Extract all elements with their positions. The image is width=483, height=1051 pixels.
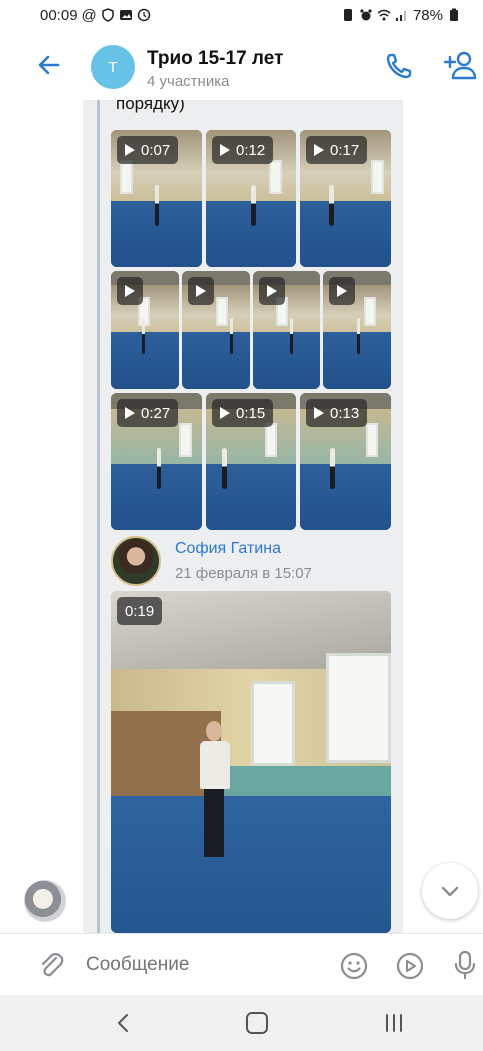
video-duration: 0:17: [330, 141, 360, 159]
play-icon: [314, 407, 324, 419]
play-icon: [125, 285, 135, 297]
video-duration-badge: 0:19: [117, 597, 163, 625]
video-thumbnail[interactable]: 0:12: [206, 130, 296, 267]
image-icon: [119, 10, 132, 20]
video-thumbnail[interactable]: [323, 271, 391, 389]
video-thumbnail[interactable]: [253, 271, 320, 389]
video-duration-badge: 0:15: [212, 399, 274, 427]
play-icon: [125, 144, 135, 156]
video-duration: 0:19: [125, 602, 155, 620]
author-name[interactable]: София Гатина: [175, 540, 281, 558]
video-thumbnail[interactable]: 0:17: [300, 130, 391, 267]
video-duration-badge: [259, 277, 285, 305]
sender-avatar[interactable]: [24, 880, 66, 922]
video-thumbnail[interactable]: 0:13: [300, 393, 391, 530]
battery-icon: [450, 8, 458, 21]
phone-icon[interactable]: [383, 50, 415, 82]
message-text: порядку): [116, 100, 185, 113]
message-list[interactable]: порядку) 0:07 0:12 0:17 0:27 0:15 0:13 С…: [0, 100, 483, 933]
status-bar: 00:09 @ 78%: [0, 0, 483, 30]
video-duration-badge: [329, 277, 355, 305]
wifi-icon: [377, 9, 391, 21]
video-duration-badge: [117, 277, 143, 305]
video-duration-badge: 0:17: [306, 136, 368, 164]
video-duration-badge: 0:12: [212, 136, 274, 164]
play-circle-icon[interactable]: [395, 951, 425, 981]
arrow-left-icon[interactable]: [34, 50, 64, 80]
play-icon: [220, 407, 230, 419]
status-left: 00:09 @: [40, 7, 151, 24]
video-duration-badge: 0:07: [117, 136, 179, 164]
video-duration: 0:12: [236, 141, 266, 159]
play-icon: [267, 285, 277, 297]
video-duration: 0:15: [236, 404, 266, 422]
play-icon: [337, 285, 347, 297]
play-icon: [314, 144, 324, 156]
status-time: 00:09: [40, 6, 78, 24]
avatar-letter: Т: [108, 58, 118, 76]
video-thumbnail-large[interactable]: 0:19: [111, 591, 391, 933]
signal-icon: [395, 11, 406, 21]
video-duration-badge: 0:27: [117, 399, 179, 427]
scroll-down-button[interactable]: [422, 863, 478, 919]
nav-back-icon[interactable]: [113, 1011, 133, 1035]
status-right: 78%: [341, 7, 461, 24]
add-user-icon[interactable]: [443, 50, 479, 82]
chat-subtitle[interactable]: 4 участника: [147, 73, 229, 90]
chat-title[interactable]: Трио 15-17 лет: [147, 48, 283, 70]
video-duration-badge: 0:13: [306, 399, 368, 427]
video-thumbnail[interactable]: 0:07: [111, 130, 202, 267]
alarm-icon: [360, 9, 372, 21]
shield-icon: [102, 8, 114, 22]
video-duration: 0:27: [141, 404, 171, 422]
video-thumbnail[interactable]: 0:15: [206, 393, 296, 530]
sim-icon: [343, 9, 352, 21]
video-duration-badge: [188, 277, 214, 305]
chat-header: Т Трио 15-17 лет 4 участника: [0, 30, 483, 100]
smile-icon[interactable]: [339, 951, 369, 981]
video-thumbnail[interactable]: 0:27: [111, 393, 202, 530]
system-nav-bar: [0, 995, 483, 1051]
video-duration: 0:13: [330, 404, 360, 422]
microphone-icon[interactable]: [451, 949, 479, 981]
paperclip-icon[interactable]: [36, 950, 66, 980]
play-icon: [196, 285, 206, 297]
battery-text: 78%: [412, 6, 443, 24]
nav-recent-icon[interactable]: [383, 1013, 405, 1033]
message-input[interactable]: [86, 946, 326, 984]
video-duration: 0:07: [141, 141, 171, 159]
nav-home-icon[interactable]: [246, 1012, 268, 1034]
play-icon: [125, 407, 135, 419]
message-composer: [0, 933, 483, 995]
play-icon: [220, 144, 230, 156]
message-date: 21 февраля в 15:07: [175, 565, 312, 582]
video-thumbnail[interactable]: [111, 271, 179, 389]
clock-icon: [137, 8, 151, 22]
at-icon: @: [81, 6, 97, 24]
author-avatar[interactable]: [111, 536, 161, 586]
chevron-down-icon: [441, 886, 459, 897]
chat-avatar[interactable]: Т: [91, 45, 135, 89]
video-thumbnail[interactable]: [182, 271, 250, 389]
forward-bar: [97, 100, 100, 933]
